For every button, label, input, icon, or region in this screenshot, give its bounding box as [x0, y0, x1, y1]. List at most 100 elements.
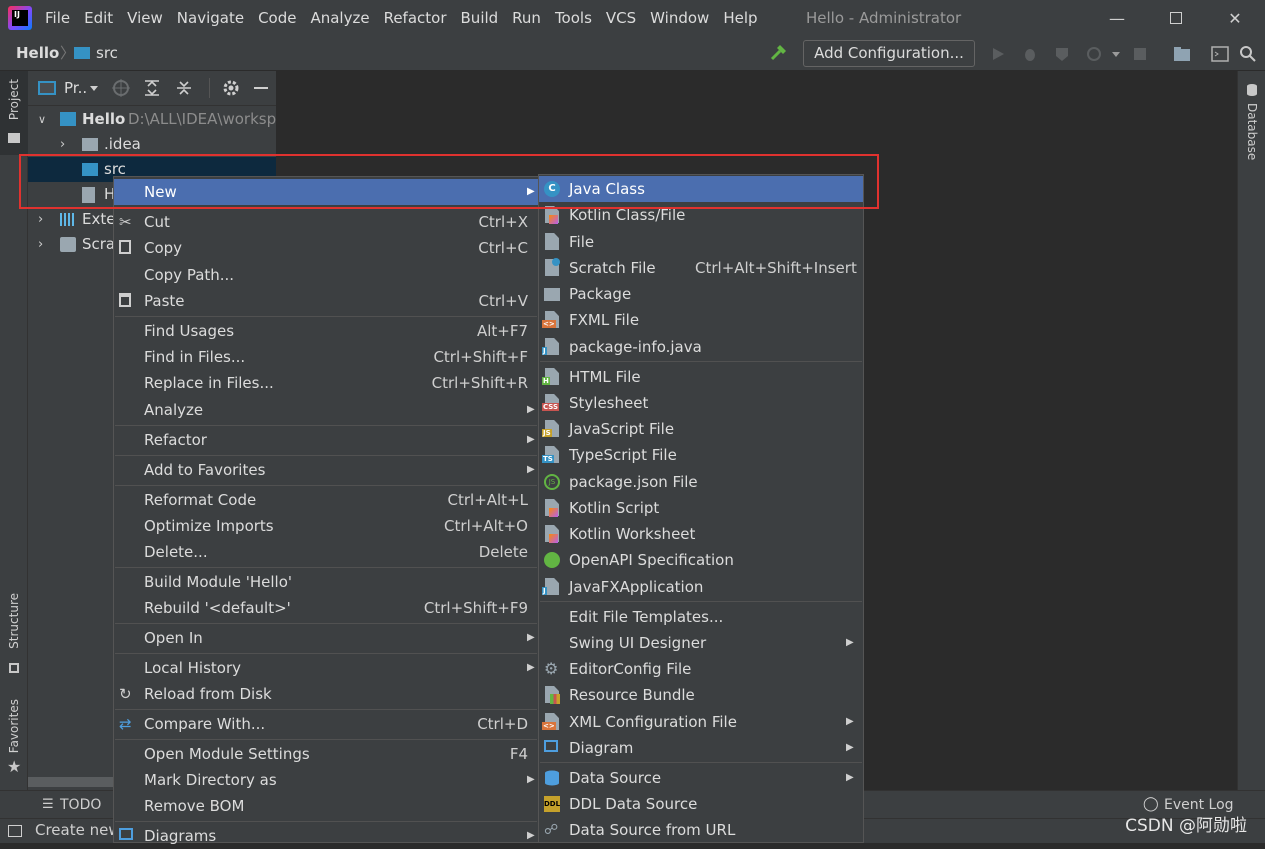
todo-tool-tab[interactable]: TODO	[60, 797, 101, 813]
breadcrumb-src[interactable]: src	[96, 36, 118, 71]
favorites-tool-tab[interactable]: Favorites ★	[0, 695, 28, 785]
menu-item-reload-from-disk[interactable]: ↻ Reload from Disk	[114, 681, 538, 707]
menu-item-analyze[interactable]: Analyze ▶	[114, 397, 538, 423]
database-tool-tab[interactable]: Database	[1238, 77, 1265, 167]
submenu-item-javascript-file[interactable]: JS JavaScript File	[539, 416, 863, 442]
structure-tool-tab[interactable]: Structure	[0, 589, 28, 679]
separator	[115, 425, 537, 426]
menu-item-remove-bom[interactable]: Remove BOM	[114, 793, 538, 819]
horizontal-scrollbar[interactable]	[28, 777, 114, 787]
menu-refactor[interactable]: Refactor	[377, 0, 454, 36]
hide-panel-icon[interactable]	[254, 87, 269, 89]
submenu-item-typescript-file[interactable]: TS TypeScript File	[539, 442, 863, 468]
submenu-item-data-source[interactable]: Data Source ▶	[539, 765, 863, 791]
search-icon[interactable]	[1238, 44, 1258, 64]
tree-item-hello[interactable]: ∨ Hello D:\ALL\IDEA\worksp	[28, 107, 276, 132]
submenu-item-package-json[interactable]: JS package.json File	[539, 469, 863, 495]
menu-code[interactable]: Code	[251, 0, 303, 36]
menu-item-optimize-imports[interactable]: Optimize Imports Ctrl+Alt+O	[114, 513, 538, 539]
chevron-right-icon[interactable]: ›	[38, 207, 43, 232]
submenu-item-html-file[interactable]: H HTML File	[539, 364, 863, 390]
submenu-item-javafx-application[interactable]: J JavaFXApplication	[539, 574, 863, 600]
submenu-item-openapi-specification[interactable]: OpenAPI Specification	[539, 547, 863, 573]
submenu-item-ddl-data-source[interactable]: DDL DDL Data Source	[539, 791, 863, 817]
submenu-item-xml-configuration-file[interactable]: <> XML Configuration File ▶	[539, 709, 863, 735]
breadcrumb-separator-icon: 〉	[60, 44, 76, 62]
coverage-icon[interactable]	[1052, 44, 1072, 64]
submenu-item-resource-bundle[interactable]: Resource Bundle	[539, 682, 863, 708]
add-configuration-button[interactable]: Add Configuration...	[803, 40, 975, 67]
menu-item-add-to-favorites[interactable]: Add to Favorites ▶	[114, 457, 538, 483]
project-view-dropdown[interactable]: Pr..	[64, 79, 87, 97]
menu-item-rebuild[interactable]: Rebuild '<default>' Ctrl+Shift+F9	[114, 595, 538, 621]
menu-item-find-in-files[interactable]: Find in Files... Ctrl+Shift+F	[114, 344, 538, 370]
menu-item-cut[interactable]: ✂ Cut Ctrl+X	[114, 209, 538, 235]
submenu-item-stylesheet[interactable]: CSS Stylesheet	[539, 390, 863, 416]
run-icon[interactable]	[988, 44, 1008, 64]
stop-icon[interactable]	[1130, 44, 1150, 64]
module-folder-icon	[60, 112, 76, 126]
menu-edit[interactable]: Edit	[77, 0, 120, 36]
menu-item-find-usages[interactable]: Find Usages Alt+F7	[114, 318, 538, 344]
submenu-item-fxml-file[interactable]: <> FXML File	[539, 307, 863, 333]
menu-item-open-module-settings[interactable]: Open Module Settings F4	[114, 741, 538, 767]
close-icon[interactable]: ✕	[1212, 0, 1258, 36]
menu-analyze[interactable]: Analyze	[303, 0, 376, 36]
menu-run[interactable]: Run	[505, 0, 548, 36]
menu-tools[interactable]: Tools	[548, 0, 599, 36]
submenu-item-data-source-from-url[interactable]: ☍ Data Source from URL	[539, 817, 863, 843]
profile-icon[interactable]	[1084, 44, 1104, 64]
java-file-icon	[545, 338, 559, 355]
menu-item-local-history[interactable]: Local History ▶	[114, 655, 538, 681]
menu-item-reformat-code[interactable]: Reformat Code Ctrl+Alt+L	[114, 487, 538, 513]
menu-item-diagrams[interactable]: Diagrams ▶	[114, 823, 538, 849]
menu-view[interactable]: View	[120, 0, 170, 36]
project-view-icon	[38, 81, 56, 95]
debug-icon[interactable]	[1020, 44, 1040, 64]
menu-item-paste[interactable]: Paste Ctrl+V	[114, 288, 538, 314]
chevron-down-icon[interactable]	[1106, 44, 1126, 64]
submenu-item-kotlin-worksheet[interactable]: Kotlin Worksheet	[539, 521, 863, 547]
locate-icon[interactable]	[111, 78, 131, 98]
breadcrumb-project[interactable]: Hello	[16, 36, 59, 71]
gear-icon[interactable]	[222, 79, 240, 97]
menu-build[interactable]: Build	[454, 0, 506, 36]
menu-vcs[interactable]: VCS	[599, 0, 643, 36]
diagram-icon	[119, 828, 133, 840]
menu-help[interactable]: Help	[716, 0, 764, 36]
submenu-item-diagram[interactable]: Diagram ▶	[539, 735, 863, 761]
build-hammer-icon[interactable]	[769, 44, 789, 64]
menu-item-build-module[interactable]: Build Module 'Hello'	[114, 569, 538, 595]
status-message: Create new	[35, 821, 121, 839]
menu-item-copy[interactable]: Copy Ctrl+C	[114, 235, 538, 261]
submenu-item-swing-ui-designer[interactable]: Swing UI Designer ▶	[539, 630, 863, 656]
maximize-icon[interactable]	[1153, 0, 1199, 36]
submenu-item-scratch-file[interactable]: Scratch File Ctrl+Alt+Shift+Insert	[539, 255, 863, 281]
submenu-item-package[interactable]: Package	[539, 281, 863, 307]
chevron-right-icon[interactable]: ›	[38, 232, 43, 257]
project-structure-icon[interactable]	[1172, 44, 1192, 64]
submenu-item-edit-file-templates[interactable]: Edit File Templates...	[539, 604, 863, 630]
chevron-down-icon[interactable]: ∨	[38, 107, 46, 132]
submenu-item-editorconfig-file[interactable]: ⚙ EditorConfig File	[539, 656, 863, 682]
chevron-down-icon[interactable]	[89, 83, 99, 93]
submenu-item-file[interactable]: File	[539, 229, 863, 255]
menu-window[interactable]: Window	[643, 0, 716, 36]
menu-file[interactable]: File	[38, 0, 77, 36]
menu-item-copy-path[interactable]: Copy Path...	[114, 262, 538, 288]
project-tool-tab[interactable]: Project	[0, 71, 28, 155]
menu-item-delete[interactable]: Delete... Delete	[114, 539, 538, 565]
submenu-item-kotlin-script[interactable]: Kotlin Script	[539, 495, 863, 521]
terminal-icon[interactable]	[1210, 44, 1230, 64]
menu-item-mark-directory-as[interactable]: Mark Directory as ▶	[114, 767, 538, 793]
menu-item-refactor[interactable]: Refactor ▶	[114, 427, 538, 453]
menu-item-compare-with[interactable]: ⇄ Compare With... Ctrl+D	[114, 711, 538, 737]
menu-item-open-in[interactable]: Open In ▶	[114, 625, 538, 651]
menu-navigate[interactable]: Navigate	[170, 0, 251, 36]
collapse-all-icon[interactable]	[175, 79, 193, 97]
structure-icon	[9, 663, 19, 673]
minimize-icon[interactable]: —	[1094, 0, 1140, 36]
submenu-item-package-info[interactable]: J package-info.java	[539, 334, 863, 360]
menu-item-replace-in-files[interactable]: Replace in Files... Ctrl+Shift+R	[114, 370, 538, 396]
expand-all-icon[interactable]	[143, 79, 161, 97]
